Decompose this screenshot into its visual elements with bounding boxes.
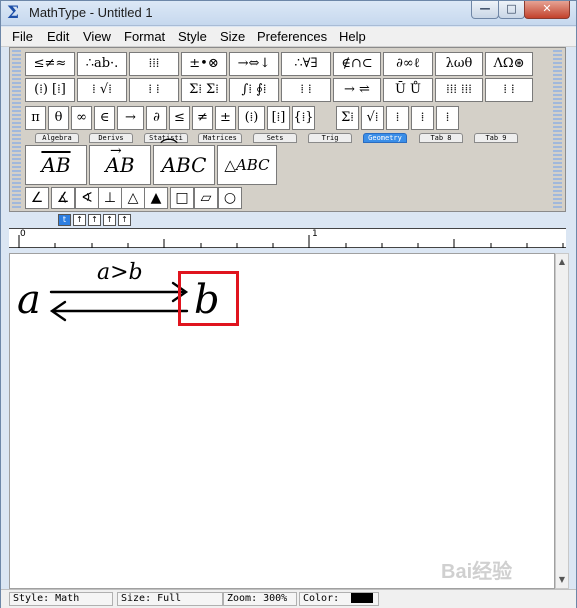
title-bar: Σ MathType - Untitled 1 — □ ✕ xyxy=(1,1,576,26)
status-bar: Style: Math Size: Full Zoom: 300% Color: xyxy=(1,589,576,608)
template-summation[interactable]: Σ⁞ xyxy=(336,106,359,130)
scroll-down-icon[interactable]: ▼ xyxy=(556,574,568,586)
size-tab-2[interactable]: ↑ xyxy=(73,214,86,226)
arc-icon: ⌒ xyxy=(160,138,178,159)
palette-greek-lowercase[interactable]: λωθ xyxy=(435,52,483,76)
color-swatch[interactable] xyxy=(351,593,373,603)
symbol-plus-minus[interactable]: ± xyxy=(215,106,236,130)
palette-spaces-ellipses[interactable]: ∴ab·. xyxy=(77,52,127,76)
palette-set-theory-symbols[interactable]: ∉∩⊂ xyxy=(333,52,381,76)
palette-misc-symbols[interactable]: ∂∞ℓ xyxy=(383,52,433,76)
symbol-less-equal[interactable]: ≤ xyxy=(169,106,190,130)
menu-preferences[interactable]: Preferences xyxy=(257,29,327,44)
triangle-outline-icon[interactable]: △ xyxy=(121,187,145,209)
template-brackets[interactable]: [⁞] xyxy=(267,106,290,130)
tab-8[interactable]: Tab 8 xyxy=(419,133,463,143)
square-icon[interactable]: □ xyxy=(170,187,194,209)
symbol-not-equal[interactable]: ≠ xyxy=(192,106,213,130)
close-button[interactable]: ✕ xyxy=(524,1,570,19)
status-size: Size: Full xyxy=(117,592,223,606)
symbol-partial[interactable]: ∂ xyxy=(146,106,167,130)
menu-format[interactable]: Format xyxy=(124,29,165,44)
template-segment-ab[interactable]: AB xyxy=(25,145,87,185)
symbol-pi[interactable]: π xyxy=(25,106,46,130)
scroll-up-icon[interactable]: ▲ xyxy=(556,256,568,268)
minimize-button[interactable]: — xyxy=(471,1,499,19)
menu-help[interactable]: Help xyxy=(339,29,366,44)
size-tab-5[interactable]: ↑ xyxy=(118,214,131,226)
vector-arrow-icon: → xyxy=(110,143,122,159)
menu-style[interactable]: Style xyxy=(178,29,207,44)
size-tab-3[interactable]: ↑ xyxy=(88,214,101,226)
template-triangle-abc[interactable]: △ABC xyxy=(217,145,277,185)
palette-logical-symbols[interactable]: ∴∀∃ xyxy=(281,52,331,76)
palette-embellishments[interactable]: ⁞⁞⁞ xyxy=(129,52,179,76)
size-tab-4[interactable]: ↑ xyxy=(103,214,116,226)
symbol-element-of[interactable]: ∈ xyxy=(94,106,115,130)
tab-9[interactable]: Tab 9 xyxy=(474,133,518,143)
equation-left-operand: a xyxy=(17,277,41,323)
mathtype-sigma-icon: Σ xyxy=(7,3,20,23)
menu-bar: File Edit View Format Style Size Prefere… xyxy=(1,27,576,47)
menu-view[interactable]: View xyxy=(83,29,111,44)
template-braces[interactable]: {⁞} xyxy=(292,106,315,130)
template-superscript[interactable]: ⁞ xyxy=(411,106,434,130)
perpendicular-icon[interactable]: ⊥ xyxy=(98,187,122,209)
toolbar-grip[interactable] xyxy=(12,50,21,210)
window-title: MathType - Untitled 1 xyxy=(29,5,153,20)
symbol-right-arrow[interactable]: → xyxy=(117,106,144,130)
menu-size[interactable]: Size xyxy=(220,29,245,44)
tab-matrices[interactable]: Matrices xyxy=(198,133,242,143)
toolbar-grip-right[interactable] xyxy=(553,50,562,210)
tab-geometry[interactable]: Geometry xyxy=(363,133,407,143)
menu-edit[interactable]: Edit xyxy=(47,29,69,44)
highlight-box xyxy=(178,271,239,326)
palette-box-templates[interactable]: ⁞ ⁞ xyxy=(485,78,533,102)
mathtype-window: Σ MathType - Untitled 1 — □ ✕ File Edit … xyxy=(0,0,577,608)
tab-trig[interactable]: Trig xyxy=(308,133,352,143)
palette-greek-uppercase[interactable]: ΛΩ⊛ xyxy=(485,52,533,76)
symbol-infinity[interactable]: ∞ xyxy=(71,106,92,130)
template-subscript[interactable]: ⁞ xyxy=(436,106,459,130)
triangle-filled-icon[interactable]: ▲ xyxy=(144,187,168,209)
palette-summation-templates[interactable]: Σ⁞ Σ⁞ xyxy=(181,78,227,102)
palette-underbar-overbar-templates[interactable]: ⁞ ⁞ xyxy=(281,78,331,102)
tab-algebra[interactable]: Algebra xyxy=(35,133,79,143)
maximize-button[interactable]: □ xyxy=(498,1,525,19)
status-style: Style: Math xyxy=(9,592,113,606)
harpoon-arrows-icon xyxy=(49,281,189,322)
palette-operator-symbols[interactable]: ±•⊗ xyxy=(181,52,227,76)
status-zoom: Zoom: 300% xyxy=(223,592,297,606)
parallelogram-icon[interactable]: ▱ xyxy=(194,187,218,209)
template-vector-ab[interactable]: → AB xyxy=(89,143,151,185)
template-arc-abc[interactable]: ⌒ ABC xyxy=(153,138,215,185)
palette-products-set-templates[interactable]: Ū Ů xyxy=(383,78,433,102)
palette-relational-symbols[interactable]: ≤≠≈ xyxy=(25,52,75,76)
segment-ab-label: AB xyxy=(41,153,71,177)
menu-file[interactable]: File xyxy=(12,29,33,44)
baidu-watermark: Bai经验 xyxy=(441,561,513,583)
circle-icon[interactable]: ○ xyxy=(218,187,242,209)
palette-arrow-symbols[interactable]: →⇔↓ xyxy=(229,52,279,76)
symbol-theta[interactable]: θ xyxy=(48,106,69,130)
ruler-ticks xyxy=(18,235,564,248)
vertical-scrollbar[interactable]: ▲ ▼ xyxy=(555,253,569,589)
palette-matrix-templates[interactable]: ⁞⁞⁞ ⁞⁞⁞ xyxy=(435,78,483,102)
template-parentheses[interactable]: (⁞) xyxy=(238,106,265,130)
palette-integral-templates[interactable]: ∫⁞ ∮⁞ xyxy=(229,78,279,102)
template-fraction[interactable]: ⁞ xyxy=(386,106,409,130)
measured-angle-icon[interactable]: ∡ xyxy=(51,187,75,209)
spherical-angle-icon[interactable]: ∢ xyxy=(75,187,99,209)
tab-sets[interactable]: Sets xyxy=(253,133,297,143)
palette-fraction-radical-templates[interactable]: ⁞ √⁞ xyxy=(77,78,127,102)
palette-fence-templates[interactable]: (⁞) [⁞] xyxy=(25,78,75,102)
angle-icon[interactable]: ∠ xyxy=(25,187,49,209)
template-square-root[interactable]: √⁞ xyxy=(361,106,384,130)
size-tab-1[interactable]: t xyxy=(58,214,71,226)
palette-subscript-templates[interactable]: ⁞ ⁞ xyxy=(129,78,179,102)
palette-labeled-arrow-templates[interactable]: → ⇌ xyxy=(333,78,381,102)
ruler[interactable]: 0 1 xyxy=(9,228,566,248)
